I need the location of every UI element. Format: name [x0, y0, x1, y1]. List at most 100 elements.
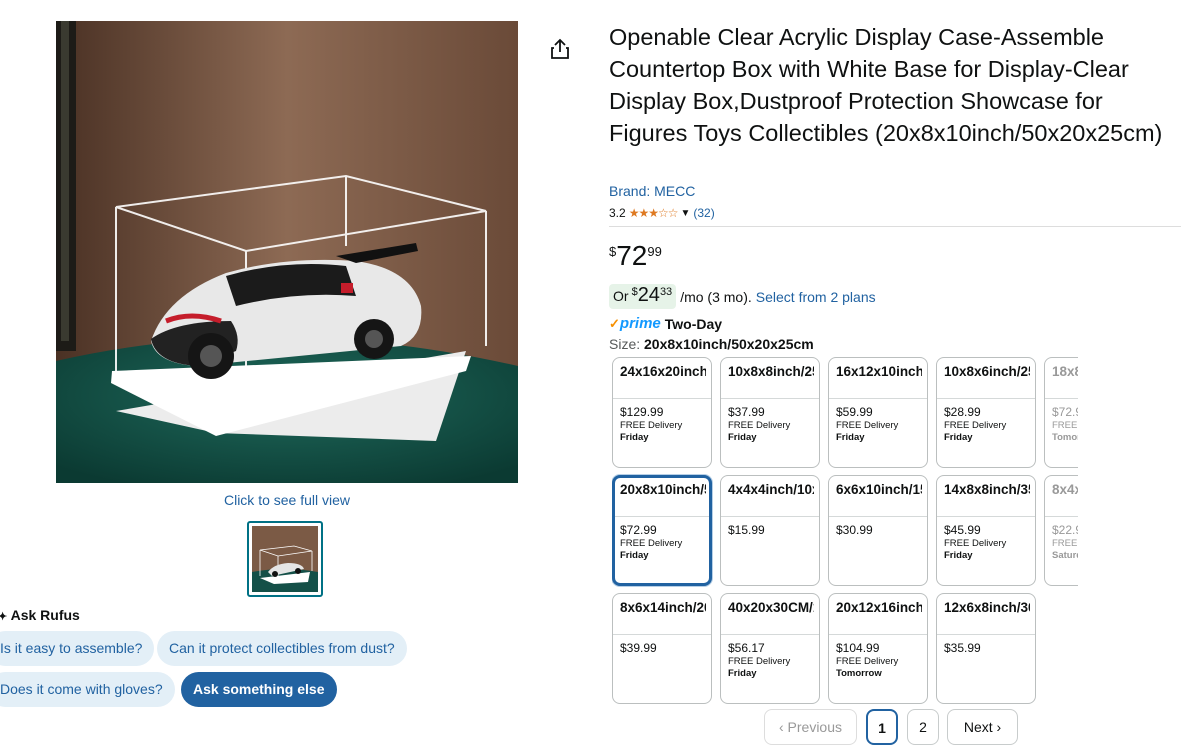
- price-symbol: $: [609, 244, 617, 259]
- size-option-price: $129.99: [620, 405, 664, 419]
- size-option-price: $72.99: [1052, 405, 1078, 419]
- prime-delivery: Two-Day: [664, 315, 723, 332]
- size-option[interactable]: 6x6x10inch/15x15x25cm $30.99: [828, 475, 928, 586]
- size-option-price: $45.99: [944, 523, 981, 537]
- pagination-page-1[interactable]: 1: [866, 709, 898, 745]
- rating-row[interactable]: 3.2 ★★★☆☆ ▼ (32): [609, 206, 715, 220]
- size-option-divider: [721, 516, 819, 517]
- pagination-next[interactable]: Next ›: [947, 709, 1018, 745]
- size-option[interactable]: 8x6x14inch/20x15x35cm $39.99: [612, 593, 712, 704]
- pagination-page-2[interactable]: 2: [907, 709, 939, 745]
- ask-something-else-button[interactable]: Ask something else: [181, 672, 337, 707]
- size-option-delivery-day: Friday: [728, 432, 757, 443]
- size-option-price: $22.99: [1052, 523, 1078, 537]
- prime-logo: prime: [619, 315, 661, 332]
- pagination-previous[interactable]: ‹ Previous: [764, 709, 857, 745]
- size-option-divider: [1045, 398, 1078, 399]
- size-option[interactable]: 20x12x16inch/50x30x40cm $104.99FREE Deliv…: [828, 593, 928, 704]
- size-option-price: $30.99: [836, 523, 873, 537]
- rufus-header: ✦ Ask Rufus: [0, 607, 80, 623]
- size-option[interactable]: 8x4x4inch/20x10x10cm $22.99FREE DeliveryS…: [1044, 475, 1078, 586]
- product-photo: [56, 21, 518, 483]
- size-option[interactable]: 18x8x10inch/45x20x25cm $72.99FREE Deliver…: [1044, 357, 1078, 468]
- select-plans-link[interactable]: Select from 2 plans: [756, 289, 876, 305]
- rufus-question-gloves[interactable]: Does it come with gloves?: [0, 672, 175, 707]
- size-option[interactable]: 16x12x10inch/40x30x25cm $59.99FREE Delive…: [828, 357, 928, 468]
- size-option-delivery: FREE Delivery: [836, 656, 899, 667]
- size-option-price: $37.99: [728, 405, 765, 419]
- size-option-divider: [937, 398, 1035, 399]
- rufus-question-assemble[interactable]: Is it easy to assemble?: [0, 631, 155, 666]
- price-fraction: 99: [647, 244, 662, 259]
- size-option[interactable]: 10x8x6inch/25x20x15cm $28.99FREE Delivery…: [936, 357, 1036, 468]
- divider: [609, 226, 1181, 227]
- size-option-divider: [721, 634, 819, 635]
- monthly-payment: Or $ 24 33 /mo (3 mo). Select from 2 pla…: [609, 284, 876, 309]
- rufus-question-dust[interactable]: Can it protect collectibles from dust?: [157, 631, 407, 666]
- size-option-delivery: FREE Delivery: [728, 420, 791, 431]
- size-option[interactable]: 40x20x30CM/16x8x12IN $56.17FREE DeliveryF…: [720, 593, 820, 704]
- monthly-prefix: Or: [613, 288, 629, 304]
- size-option-delivery-day: Friday: [944, 432, 973, 443]
- monthly-suffix: /mo (3 mo).: [680, 288, 752, 305]
- size-option-delivery-day: Tomorrow: [836, 668, 882, 679]
- size-selection-label: Size: 20x8x10inch/50x20x25cm: [609, 336, 814, 352]
- size-option-divider: [721, 398, 819, 399]
- size-option-delivery-day: Friday: [620, 550, 649, 561]
- size-option-price: $28.99: [944, 405, 981, 419]
- size-option[interactable]: 20x8x10inch/50x20x25cm $72.99FREE Deliver…: [612, 475, 712, 586]
- size-option-price: $104.99: [836, 641, 880, 655]
- product-main-image[interactable]: [56, 21, 518, 483]
- size-option-divider: [829, 398, 927, 399]
- size-option[interactable]: 14x8x8inch/35x20x20cm $45.99FREE Delivery…: [936, 475, 1036, 586]
- size-option-delivery-day: Saturday: [1052, 550, 1078, 561]
- size-option-divider: [613, 398, 711, 399]
- monthly-whole: 24: [637, 284, 660, 306]
- size-option[interactable]: 12x6x8inch/30x15x20cm $35.99: [936, 593, 1036, 704]
- size-option-divider: [615, 516, 709, 517]
- monthly-highlight: Or $ 24 33: [609, 284, 677, 309]
- size-option-delivery: FREE Delivery: [728, 656, 791, 667]
- size-option-price: $59.99: [836, 405, 873, 419]
- star-rating-icon: ★★★☆☆: [628, 206, 679, 220]
- size-option-divider: [613, 634, 711, 635]
- chevron-down-icon[interactable]: ▼: [680, 208, 690, 219]
- size-option-divider: [829, 634, 927, 635]
- size-option-name: 4x4x4inch/10x10x10cm: [728, 482, 814, 497]
- monthly-fraction: 33: [659, 286, 673, 298]
- full-view-link[interactable]: Click to see full view: [0, 492, 574, 508]
- size-option-name: 14x8x8inch/35x20x20cm: [944, 482, 1030, 497]
- brand-link[interactable]: Brand: MECC: [609, 183, 695, 199]
- size-option-name: 20x12x16inch/50x30x40cm: [836, 600, 922, 615]
- size-option-name: 12x6x8inch/30x15x20cm: [944, 600, 1030, 615]
- size-label: Size:: [609, 336, 641, 352]
- size-option-name: 10x8x8inch/25x20x20cm: [728, 364, 814, 379]
- share-icon[interactable]: [550, 38, 570, 60]
- size-option-name: 24x16x20inch/60x40x50cm: [620, 364, 706, 379]
- thumbnail-image: [252, 526, 318, 592]
- thumbnail-1[interactable]: [247, 521, 323, 597]
- size-option-delivery: FREE Delivery: [620, 420, 683, 431]
- review-count-link[interactable]: (32): [693, 206, 714, 220]
- size-option-price: $39.99: [620, 641, 657, 655]
- size-option-name: 18x8x10inch/45x20x25cm: [1052, 364, 1078, 379]
- size-option[interactable]: 4x4x4inch/10x10x10cm $15.99: [720, 475, 820, 586]
- size-option-delivery-day: Friday: [728, 668, 757, 679]
- price: $ 72 99: [609, 240, 662, 272]
- size-option-name: 8x6x14inch/20x15x35cm: [620, 600, 706, 615]
- size-option[interactable]: 24x16x20inch/60x40x50cm $129.99FREE Deliv…: [612, 357, 712, 468]
- size-option[interactable]: 10x8x8inch/25x20x20cm $37.99FREE Delivery…: [720, 357, 820, 468]
- size-option-delivery-day: Friday: [944, 550, 973, 561]
- rufus-title: Ask Rufus: [10, 607, 80, 623]
- size-options-grid: 24x16x20inch/60x40x50cm$129.99FREE Deliv…: [612, 357, 1078, 705]
- product-title: Openable Clear Acrylic Display Case-Asse…: [609, 24, 1163, 146]
- size-option-delivery: FREE Delivery: [836, 420, 899, 431]
- rating-value: 3.2: [609, 206, 626, 220]
- size-option-delivery-day: Friday: [620, 432, 649, 443]
- sparkle-icon: ✦: [0, 611, 8, 623]
- size-value: 20x8x10inch/50x20x25cm: [644, 336, 814, 352]
- size-option-divider: [1045, 516, 1078, 517]
- size-option-delivery: FREE Delivery: [620, 538, 683, 549]
- size-option-divider: [937, 634, 1035, 635]
- size-option-delivery-day: Friday: [836, 432, 865, 443]
